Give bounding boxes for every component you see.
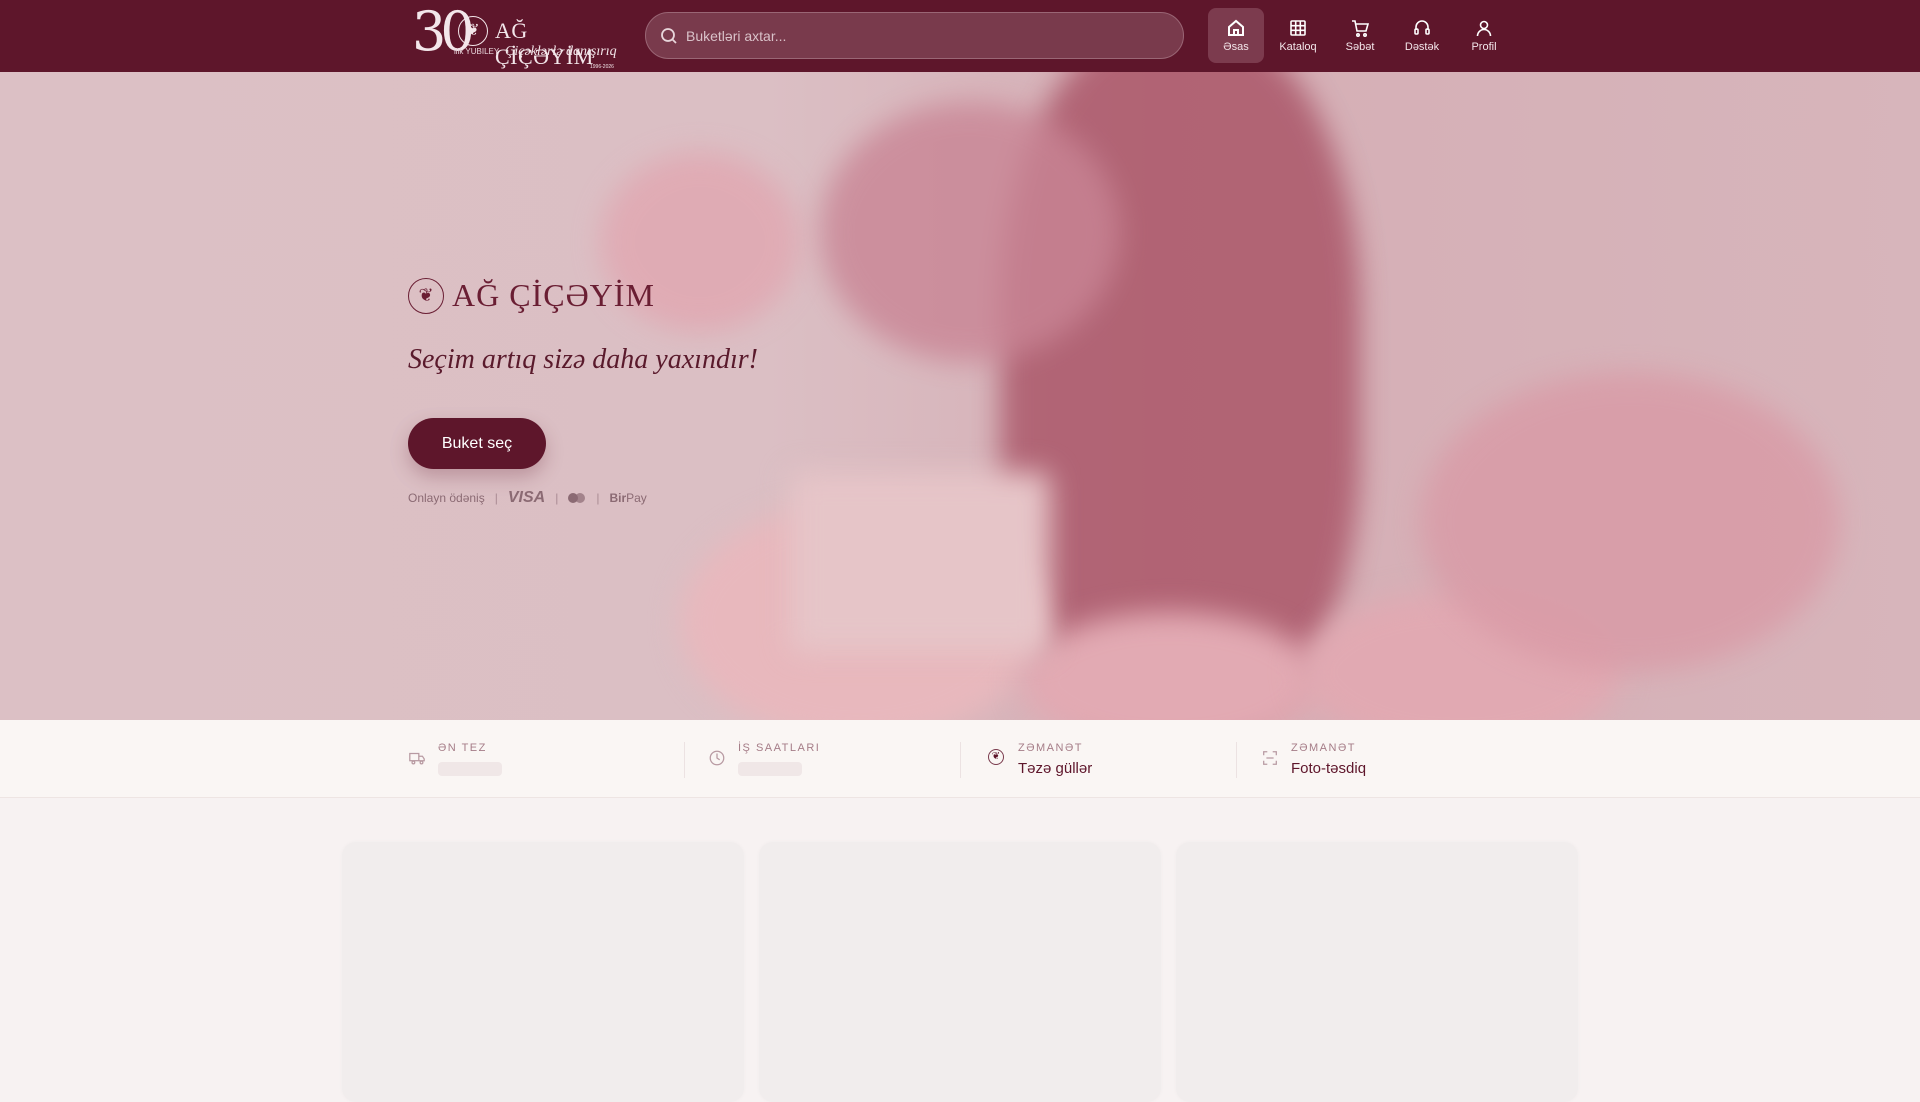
info-hours: İŞ SAATLARI — [708, 720, 984, 798]
logo-years: 1996-2026 — [590, 64, 614, 70]
product-card-skeleton — [342, 842, 744, 1102]
payment-methods: Onlayn ödəniş | VISA | | BirPay — [408, 489, 758, 507]
info-value: Təzə güllər — [1018, 760, 1093, 777]
clock-icon — [709, 750, 725, 766]
search-input[interactable] — [686, 13, 1166, 58]
info-bar: ƏN TEZ İŞ SAATLARI ❦ ZƏMANƏT Təzə güllər… — [0, 720, 1920, 798]
cart-icon — [1352, 20, 1370, 38]
search-box[interactable] — [645, 12, 1184, 59]
nav-label: Dəstək — [1404, 41, 1440, 53]
logo-slogan: Çiçəklərlə danışırıq — [505, 44, 617, 59]
nav-label: Kataloq — [1279, 41, 1317, 53]
hero-brand: AĞ ÇİÇƏYİM — [452, 277, 655, 313]
info-label: İŞ SAATLARI — [738, 742, 821, 754]
info-label: ƏN TEZ — [438, 742, 487, 754]
user-icon — [1476, 20, 1492, 37]
separator: | — [596, 491, 600, 505]
nav-label: Əsas — [1223, 41, 1249, 53]
scan-icon — [1263, 751, 1277, 765]
flower-icon: ❦ — [988, 749, 1004, 765]
hero-banner: ❦ AĞ ÇİÇƏYİM Seçim artıq sizə daha yaxın… — [0, 72, 1920, 720]
nav-catalog[interactable]: Kataloq — [1270, 8, 1326, 63]
top-header: 30 ❦ ilik YUBILEY AĞ ÇİÇƏYİM Çiçəklərlə … — [0, 0, 1920, 72]
main-nav: Əsas Kataloq Səbət Dəstək Profil — [1208, 8, 1512, 63]
truck-icon — [409, 752, 425, 765]
visa-logo: VISA — [507, 489, 546, 506]
headset-icon — [1414, 20, 1430, 35]
info-fresh: ❦ ZƏMANƏT Təzə güllər — [988, 720, 1264, 798]
divider — [684, 742, 685, 778]
butterfly-icon: ❦ — [408, 277, 444, 314]
divider — [1236, 742, 1237, 778]
loading-placeholder — [738, 762, 802, 776]
nav-support[interactable]: Dəstək — [1394, 8, 1450, 63]
info-photo: ZƏMANƏT Foto-təsdiq — [1261, 720, 1537, 798]
site-logo[interactable]: 30 ❦ ilik YUBILEY AĞ ÇİÇƏYİM Çiçəklərlə … — [410, 0, 620, 70]
grid-icon — [1290, 20, 1306, 36]
info-value: Foto-təsdiq — [1291, 760, 1367, 777]
choose-bouquet-button[interactable]: Buket seç — [408, 418, 546, 469]
separator: | — [555, 491, 559, 505]
search-icon — [661, 28, 677, 44]
nav-home[interactable]: Əsas — [1208, 8, 1264, 63]
hero-content: ❦ AĞ ÇİÇƏYİM Seçim artıq sizə daha yaxın… — [408, 277, 758, 507]
mastercard-icon — [568, 493, 586, 503]
nav-label: Profil — [1471, 41, 1497, 53]
divider — [960, 742, 961, 778]
hero-tagline: Seçim artıq sizə daha yaxındır! — [408, 344, 758, 375]
loading-placeholder — [438, 762, 502, 776]
nav-cart[interactable]: Səbət — [1332, 8, 1388, 63]
product-card-skeleton — [1176, 842, 1578, 1102]
info-label: ZƏMANƏT — [1018, 742, 1083, 754]
birpay-logo: BirPay — [609, 491, 647, 505]
info-label: ZƏMANƏT — [1291, 742, 1356, 754]
hero-logo: ❦ AĞ ÇİÇƏYİM — [408, 277, 758, 314]
separator: | — [494, 491, 498, 505]
butterfly-icon: ❦ — [458, 16, 488, 46]
info-fastest: ƏN TEZ — [408, 720, 684, 798]
nav-label: Səbət — [1345, 41, 1375, 53]
logo-jubilee: ilik YUBILEY — [454, 47, 500, 56]
home-icon — [1228, 19, 1244, 36]
product-card-skeleton — [759, 842, 1161, 1102]
payment-label: Onlayn ödəniş — [408, 491, 485, 505]
nav-profile[interactable]: Profil — [1456, 8, 1512, 63]
